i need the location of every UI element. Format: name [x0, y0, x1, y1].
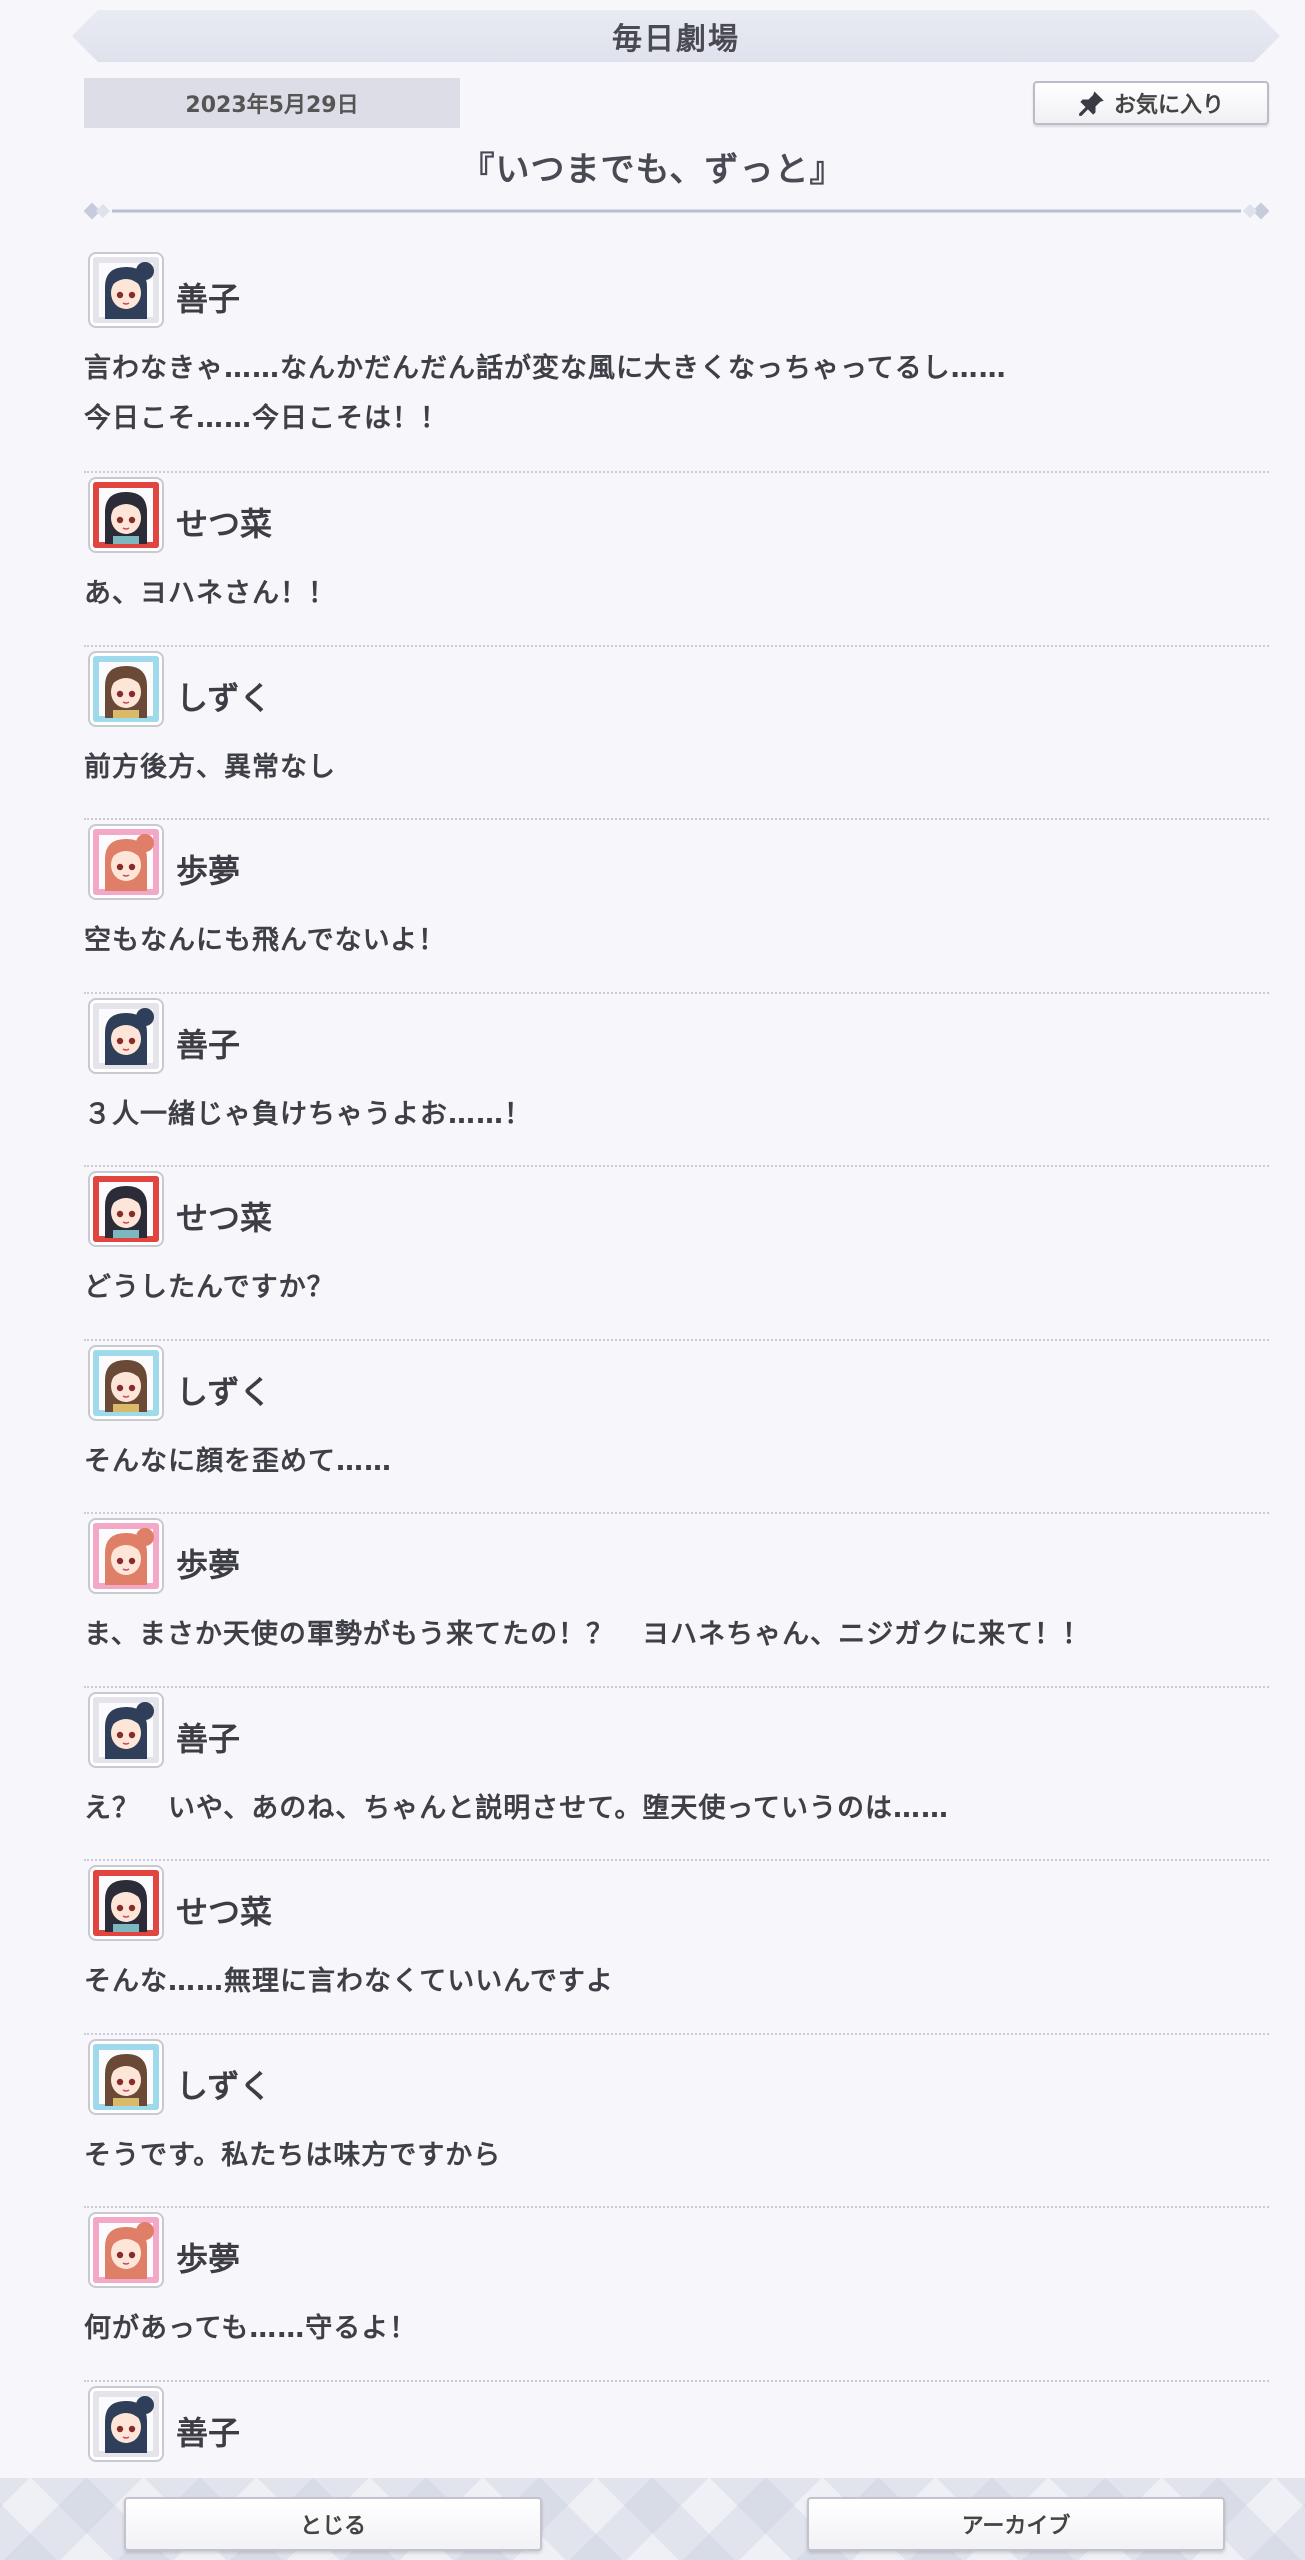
favorite-button-label: お気に入り	[1113, 93, 1224, 118]
speaker-name: 善子	[176, 280, 241, 318]
favorite-button[interactable]: お気に入り	[1033, 81, 1269, 125]
dialogue-entry: 歩夢ま、まさか天使の軍勢がもう来てたの！？ ヨハネちゃん、ニジガクに来て！！	[84, 1514, 1269, 1688]
dialogue-entry: しずくそんなに顔を歪めて……	[84, 1341, 1269, 1514]
avatar	[90, 652, 162, 725]
avatar	[90, 1346, 162, 1419]
dialogue-entry: 歩夢空もなんにも飛んでないよ！	[84, 820, 1269, 994]
dialogue-line: そんな……無理に言わなくていいんですよ	[84, 1966, 614, 1997]
date-label: 2023年5月29日	[84, 78, 460, 128]
avatar	[90, 2214, 162, 2286]
speaker-name: 歩夢	[176, 2240, 241, 2278]
dialogue-list: 善子 言わなきゃ……なんかだんだん話が変な風に大きくなっちゃってるし…… 今日こそ……	[84, 248, 1269, 2555]
dialogue-entry: 歩夢何があっても……守るよ！	[84, 2208, 1269, 2382]
dialogue-entry: せつ菜どうしたんですか？	[84, 1167, 1269, 1341]
avatar	[90, 2040, 162, 2113]
avatar	[90, 1520, 162, 1592]
speaker-name: しずく	[176, 678, 272, 717]
dialogue-entry: 善子言わなきゃ……なんかだんだん話が変な風に大きくなっちゃってるし…… 今日こそ……	[84, 248, 1269, 473]
speaker-name: 歩夢	[176, 1546, 241, 1584]
dialogue-line: ま、まさか天使の軍勢がもう来てたの！？ ヨハネちゃん、ニジガクに来て！！	[84, 1619, 1091, 1650]
speaker-name: しずく	[176, 2066, 272, 2105]
archive-button[interactable]: アーカイブ	[807, 2497, 1225, 2551]
dialogue-entry: せつ菜あ、ヨハネさん！！	[84, 473, 1269, 647]
character-portrait	[93, 1696, 159, 1763]
dialogue-entry: しずく前方後方、異常なし	[84, 647, 1269, 820]
avatar	[90, 479, 162, 551]
speaker-name: 歩夢	[176, 852, 241, 890]
dialogue-line: あ、ヨハネさん！！	[84, 578, 336, 609]
dialogue-line: 今日こそ……今日こそは！！	[84, 403, 448, 434]
character-portrait	[93, 1176, 159, 1242]
character-portrait	[93, 1349, 159, 1416]
avatar	[90, 2387, 162, 2460]
dialogue-line: 前方後方、異常なし	[84, 751, 336, 783]
dialogue-line: 何があっても……守るよ！	[84, 2313, 418, 2344]
dialogue-entry: せつ菜そんな……無理に言わなくていいんですよ	[84, 1861, 1269, 2035]
character-portrait	[93, 2043, 159, 2110]
dialogue-line: え？ いや、あのね、ちゃんと説明させて。堕天使っていうのは……	[84, 1792, 950, 1824]
dialogue-entry: 善子え？ いや、あのね、ちゃんと説明させて。堕天使っていうのは……	[84, 1688, 1269, 1861]
speaker-name: せつ菜	[176, 1199, 273, 1237]
speaker-name: 善子	[176, 1719, 241, 1758]
dialogue-line: どうしたんですか？	[84, 1272, 335, 1303]
header-title: 毎日劇場	[612, 22, 740, 57]
speaker-name: 善子	[176, 2413, 241, 2452]
character-portrait	[93, 655, 159, 722]
pin-icon	[1079, 91, 1104, 116]
character-portrait	[93, 2217, 159, 2283]
avatar	[90, 1867, 162, 1939]
dialogue-line: 空もなんにも飛んでないよ！	[84, 925, 447, 956]
speaker-name: せつ菜	[176, 505, 273, 543]
character-portrait	[93, 1523, 159, 1589]
character-portrait	[93, 1002, 159, 1069]
header-bar: 毎日劇場	[72, 10, 1280, 62]
avatar	[90, 254, 162, 326]
dialogue-line: そうです。私たちは味方ですから	[84, 2139, 502, 2171]
title-divider	[84, 202, 1269, 220]
close-button[interactable]: とじる	[124, 2497, 542, 2551]
avatar	[90, 1693, 162, 1766]
dialogue-line: 言わなきゃ……なんかだんだん話が変な風に大きくなっちゃってるし……	[84, 353, 1007, 384]
dialogue-line: ３人一緒じゃ負けちゃうよお……！	[84, 1098, 532, 1130]
speaker-name: 善子	[176, 1025, 241, 1064]
avatar	[90, 1173, 162, 1245]
speaker-name: せつ菜	[176, 1893, 273, 1931]
dialogue-entry: しずくそうです。私たちは味方ですから	[84, 2035, 1269, 2208]
character-portrait	[93, 2390, 159, 2457]
avatar	[90, 826, 162, 898]
dialogue-entry: 善子 ３人一緒じゃ負けちゃうよお……！	[84, 994, 1269, 1167]
speaker-name: しずく	[176, 1372, 272, 1411]
daily-theater-screen: 毎日劇場 2023年5月29日 お気に入り 『いつまでも、ずっと』 善子言わなき…	[0, 0, 1305, 2560]
dialogue-line: そんなに顔を歪めて……	[84, 1445, 392, 1477]
character-portrait	[93, 257, 159, 323]
theater-title: 『いつまでも、ずっと』	[460, 150, 845, 190]
avatar	[90, 999, 162, 1072]
character-portrait	[93, 829, 159, 895]
character-portrait	[93, 1870, 159, 1936]
character-portrait	[93, 482, 159, 548]
